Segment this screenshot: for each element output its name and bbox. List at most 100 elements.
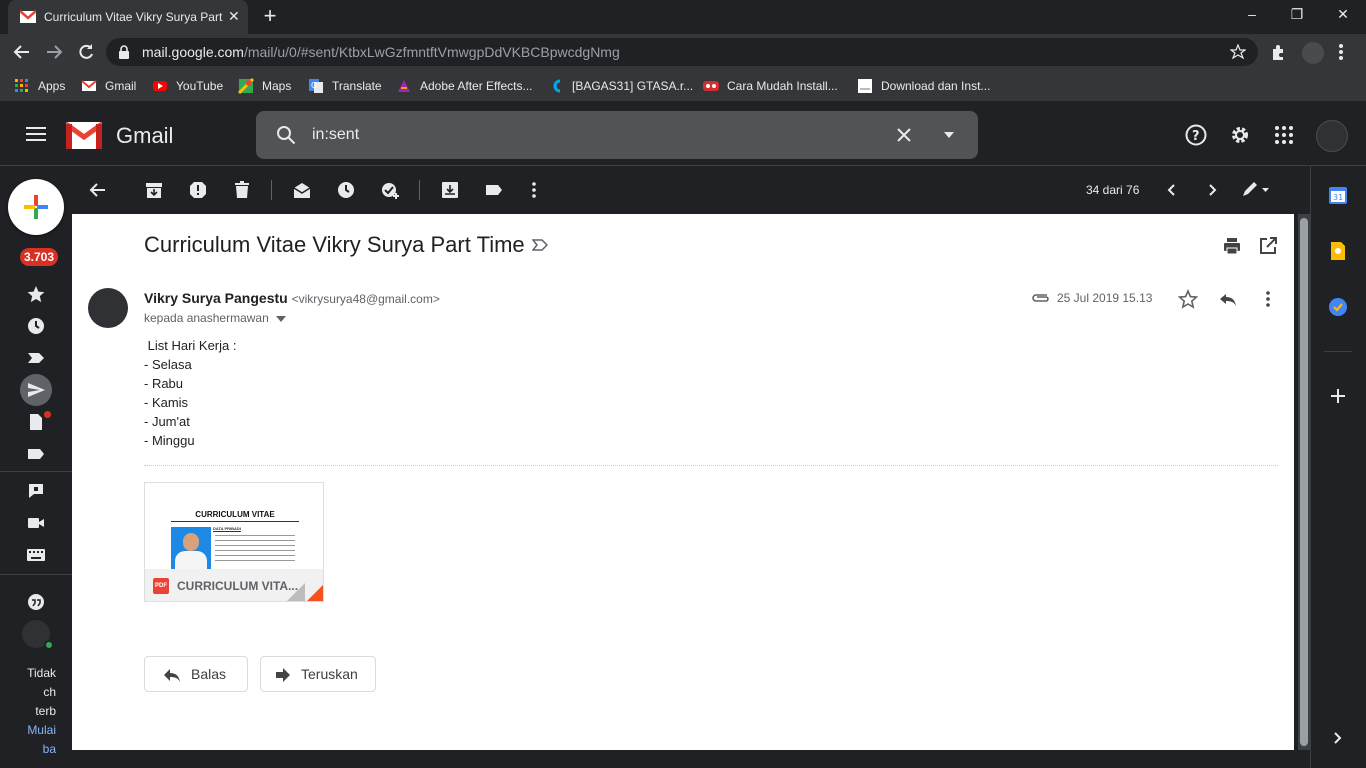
hangouts-start-link[interactable]: Mulai <box>0 723 56 737</box>
settings-gear-icon[interactable] <box>1229 124 1251 146</box>
show-details-chevron-icon[interactable] <box>276 315 287 322</box>
meet-video-icon[interactable] <box>26 513 46 533</box>
bookmark-maps[interactable]: Maps <box>238 77 291 95</box>
hangouts-text-line: terb <box>35 704 56 718</box>
sent-nav-item[interactable] <box>20 374 52 406</box>
back-to-list-icon[interactable] <box>88 180 108 200</box>
bookmark-bagas31[interactable]: [BAGAS31] GTASA.r... <box>548 77 693 95</box>
newer-chevron-left-icon[interactable] <box>1162 180 1182 200</box>
star-icon[interactable] <box>1178 289 1198 309</box>
drafts-icon[interactable] <box>26 412 46 432</box>
content-scrollbar[interactable] <box>1298 214 1310 750</box>
keep-icon[interactable] <box>1328 241 1348 261</box>
clear-search-icon[interactable] <box>897 128 911 142</box>
bookmark-adobe-after-effects[interactable]: Adobe After Effects... <box>396 77 533 95</box>
labels-icon[interactable] <box>484 180 504 200</box>
back-icon[interactable] <box>12 42 32 62</box>
hangouts-text-line[interactable]: ba <box>0 742 56 756</box>
svg-text:31: 31 <box>1333 193 1343 202</box>
bookmarks-bar: Apps Gmail YouTube Maps G Translate Adob… <box>0 70 1366 102</box>
archive-icon[interactable] <box>144 180 164 200</box>
address-bar[interactable]: mail.google.com/mail/u/0/#sent/KtbxLwGzf… <box>106 38 1258 66</box>
new-tab-button[interactable]: + <box>258 4 282 28</box>
reply-icon[interactable] <box>1218 289 1238 309</box>
attachment-clip-icon <box>1032 294 1049 302</box>
body-line: - Minggu <box>144 433 195 448</box>
profile-avatar[interactable] <box>1302 42 1324 64</box>
hangouts-icon[interactable] <box>26 593 46 613</box>
compose-button[interactable] <box>8 179 64 235</box>
bookmark-apps[interactable]: Apps <box>14 77 65 95</box>
recipient-line[interactable]: kepada anashermawan <box>144 311 287 325</box>
preview-photo <box>171 527 211 569</box>
bookmark-youtube[interactable]: YouTube <box>152 77 223 95</box>
importance-marker-icon[interactable] <box>532 238 548 252</box>
reply-button[interactable]: Balas <box>144 656 248 692</box>
bookmark-gmail[interactable]: Gmail <box>81 77 136 95</box>
sender-name[interactable]: Vikry Surya Pangestu <box>144 290 288 306</box>
message-more-icon[interactable] <box>1258 289 1278 309</box>
scrollbar-thumb[interactable] <box>1300 218 1308 746</box>
bookmark-star-icon[interactable] <box>1230 44 1246 60</box>
mark-unread-icon[interactable] <box>292 180 312 200</box>
starred-icon[interactable] <box>26 284 46 304</box>
restore-icon[interactable]: ❐ <box>1285 6 1309 23</box>
attachment-card[interactable]: CURRICULUM VITAE DATA PRIBADI PDF CURRIC… <box>144 482 324 602</box>
important-icon[interactable] <box>26 348 46 368</box>
delete-icon[interactable] <box>232 180 252 200</box>
youtube-icon <box>153 81 167 91</box>
bookmark-download-dan-install[interactable]: Download dan Inst... <box>857 77 990 95</box>
pdf-icon: PDF <box>153 578 169 594</box>
search-icon[interactable] <box>276 125 296 145</box>
google-apps-icon[interactable] <box>1275 126 1293 144</box>
url-text[interactable]: mail.google.com/mail/u/0/#sent/KtbxLwGzf… <box>142 44 620 60</box>
sender-avatar[interactable] <box>88 288 128 328</box>
snooze-icon[interactable] <box>336 180 356 200</box>
get-addons-plus-icon[interactable] <box>1330 388 1346 404</box>
label-icon[interactable] <box>26 444 46 464</box>
search-options-icon[interactable] <box>944 132 954 138</box>
minimize-icon[interactable]: – <box>1240 6 1264 22</box>
forward-button[interactable]: Teruskan <box>260 656 376 692</box>
sender-email[interactable]: <vikrysurya48@gmail.com> <box>292 292 440 306</box>
after-effects-icon <box>398 80 410 92</box>
help-icon[interactable]: ? <box>1185 124 1207 146</box>
browser-menu-icon[interactable] <box>1338 42 1344 62</box>
report-spam-icon[interactable] <box>188 180 208 200</box>
more-options-icon[interactable] <box>524 180 544 200</box>
pagination-count: 34 dari 76 <box>1086 183 1140 197</box>
bookmark-translate[interactable]: G Translate <box>308 77 382 95</box>
keyboard-icon[interactable] <box>26 545 46 565</box>
gmail-icon <box>81 80 97 91</box>
hangouts-text-line: Tidak <box>27 666 56 680</box>
preview-rule <box>171 521 299 522</box>
main-menu-icon[interactable] <box>26 127 46 141</box>
search-bar[interactable]: in:sent <box>256 111 978 159</box>
window-close-icon[interactable]: ✕ <box>1331 6 1355 23</box>
snoozed-icon[interactable] <box>26 316 46 336</box>
forward-icon[interactable] <box>44 42 64 62</box>
chat-icon[interactable] <box>26 481 46 501</box>
site-icon <box>703 81 719 91</box>
tasks-icon[interactable] <box>1328 297 1348 317</box>
page-fold-icon <box>287 583 323 601</box>
reload-icon[interactable] <box>76 42 96 62</box>
older-chevron-right-icon[interactable] <box>1202 180 1222 200</box>
open-new-window-icon[interactable] <box>1258 236 1278 256</box>
expand-panel-chevron-icon[interactable] <box>1332 730 1344 746</box>
gmail-logo-icon[interactable] <box>66 122 102 149</box>
print-icon[interactable] <box>1222 236 1242 256</box>
calendar-icon[interactable]: 31 <box>1328 185 1348 205</box>
plus-icon <box>24 195 48 219</box>
body-line: - Rabu <box>144 376 184 391</box>
move-to-icon[interactable] <box>440 180 460 200</box>
close-tab-icon[interactable]: ✕ <box>228 8 240 25</box>
extensions-icon[interactable] <box>1270 43 1288 61</box>
account-avatar[interactable] <box>1316 120 1348 152</box>
add-to-tasks-icon[interactable] <box>380 180 400 200</box>
lock-icon[interactable] <box>118 45 130 59</box>
bookmark-cara-mudah-install[interactable]: Cara Mudah Install... <box>703 77 838 95</box>
input-tools-pencil-icon[interactable] <box>1240 180 1270 200</box>
search-input[interactable]: in:sent <box>312 126 359 144</box>
browser-tab[interactable]: Curriculum Vitae Vikry Surya Part ✕ <box>8 0 248 34</box>
